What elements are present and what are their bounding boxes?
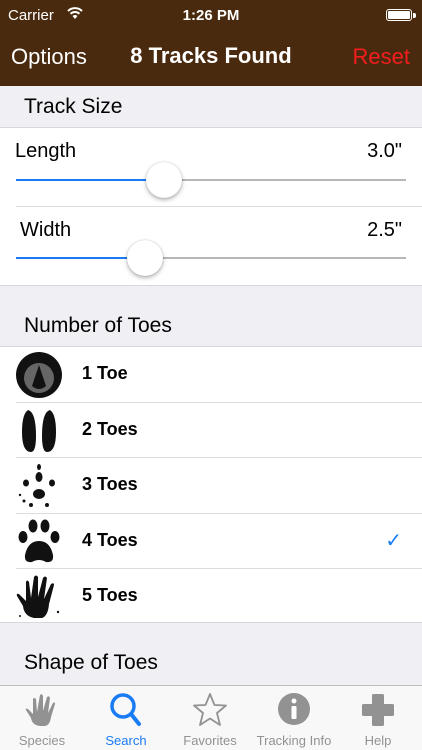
tab-label: Tracking Info bbox=[256, 733, 332, 748]
length-slider-thumb[interactable] bbox=[146, 162, 183, 198]
search-icon bbox=[110, 693, 141, 726]
clock: 1:26 PM bbox=[182, 7, 240, 24]
tab-label: Species bbox=[18, 733, 66, 748]
battery-icon bbox=[386, 9, 416, 21]
tab-label: Favorites bbox=[183, 733, 237, 748]
toe-option-5[interactable]: 5 Toes bbox=[0, 569, 422, 624]
toe-option-label: 1 Toe bbox=[82, 363, 128, 383]
toes-list: 1 Toe 2 Toes 3 Toes 4 Toes ✓ 5 Toes bbox=[0, 346, 422, 623]
reset-button[interactable]: Reset bbox=[353, 44, 410, 70]
track-size-header: Track Size bbox=[24, 95, 123, 118]
navigation-bar: Carrier 1:26 PM Options 8 Tracks Found R… bbox=[0, 0, 422, 86]
hand-print-icon bbox=[16, 575, 60, 618]
width-slider-track[interactable] bbox=[16, 257, 406, 259]
toe-option-1[interactable]: 1 Toe bbox=[0, 347, 422, 402]
tab-species[interactable]: Species bbox=[0, 686, 84, 750]
track-size-group: Length 3.0" Width 2.5" bbox=[0, 127, 422, 286]
toe-option-label: 3 Toes bbox=[82, 474, 138, 494]
toe-option-4[interactable]: 4 Toes ✓ bbox=[0, 514, 422, 569]
width-value: 2.5" bbox=[367, 219, 402, 241]
tab-search[interactable]: Search bbox=[84, 686, 168, 750]
length-slider-track[interactable] bbox=[16, 179, 406, 181]
length-label: Length bbox=[15, 140, 77, 162]
toe-option-label: 4 Toes bbox=[82, 530, 138, 550]
toe-option-3[interactable]: 3 Toes bbox=[0, 458, 422, 513]
width-slider-thumb[interactable] bbox=[126, 240, 163, 276]
number-of-toes-header: Number of Toes bbox=[24, 314, 172, 337]
tab-help[interactable]: Help bbox=[336, 686, 420, 750]
tab-label: Search bbox=[105, 733, 147, 748]
tab-label: Help bbox=[364, 733, 392, 748]
tab-favorites[interactable]: Favorites bbox=[168, 686, 252, 750]
info-icon bbox=[278, 693, 310, 725]
toe-option-2[interactable]: 2 Toes bbox=[0, 403, 422, 458]
length-value: 3.0" bbox=[367, 140, 402, 162]
length-slider-fill bbox=[16, 179, 165, 181]
plus-icon bbox=[362, 694, 394, 726]
bird-track-icon bbox=[18, 464, 55, 507]
shape-of-toes-header: Shape of Toes bbox=[24, 651, 158, 674]
tab-tracking-info[interactable]: Tracking Info bbox=[252, 686, 336, 750]
length-slider-row: Length 3.0" bbox=[0, 128, 422, 207]
paw-hand-icon bbox=[25, 694, 55, 726]
width-slider-row: Width 2.5" bbox=[0, 207, 422, 286]
tab-bar: Species Search Favorites Tracking Info H… bbox=[0, 685, 422, 750]
hoof-icon bbox=[16, 352, 62, 398]
width-label: Width bbox=[20, 219, 72, 241]
paw-print-icon bbox=[18, 519, 60, 563]
cloven-hoof-icon bbox=[22, 410, 56, 452]
width-slider-fill bbox=[16, 257, 145, 259]
toe-option-label: 5 Toes bbox=[82, 585, 138, 605]
checkmark-icon: ✓ bbox=[385, 530, 402, 552]
toe-option-label: 2 Toes bbox=[82, 419, 138, 439]
status-bar: Carrier 1:26 PM bbox=[0, 0, 422, 30]
star-icon bbox=[193, 693, 227, 726]
